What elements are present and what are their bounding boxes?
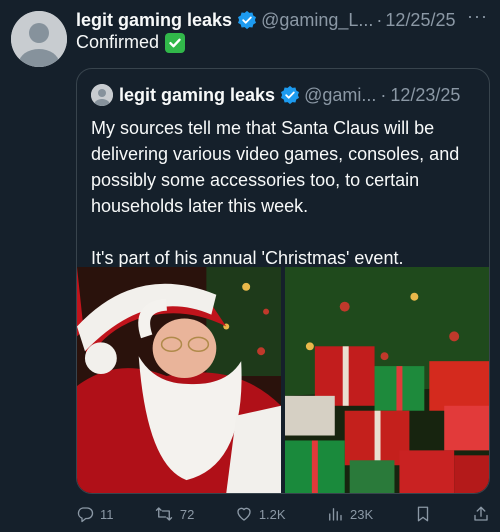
quoted-date: 12/23/25 xyxy=(390,84,461,105)
quoted-handle: @gami... xyxy=(304,84,377,105)
tweet-date[interactable]: 12/25/25 xyxy=(385,10,455,31)
santa-image[interactable] xyxy=(77,267,281,493)
presents-image[interactable] xyxy=(285,267,489,493)
quoted-text: My sources tell me that Santa Claus will… xyxy=(91,115,473,271)
quoted-header: legit gaming leaks @gami... · 12/23/25 xyxy=(91,83,479,107)
avatar[interactable] xyxy=(11,11,67,67)
bookmark-icon xyxy=(417,506,428,522)
media-grid xyxy=(77,267,489,493)
reply-count: 11 xyxy=(100,506,114,522)
quoted-author-name: legit gaming leaks xyxy=(119,84,276,105)
quoted-tweet[interactable]: legit gaming leaks @gami... · 12/23/25 M… xyxy=(76,68,490,494)
share-icon xyxy=(474,506,488,521)
action-bar: 11 72 1.2K 23K xyxy=(76,502,490,526)
reply-button[interactable]: 11 xyxy=(76,505,114,523)
reply-icon xyxy=(77,507,94,523)
verified-badge-icon xyxy=(237,10,257,30)
views-button[interactable]: 23K xyxy=(326,505,373,523)
bookmark-button[interactable] xyxy=(414,505,432,523)
share-button[interactable] xyxy=(472,505,490,523)
date-separator: · xyxy=(376,9,383,30)
author-name[interactable]: legit gaming leaks xyxy=(76,10,232,31)
repost-count: 72 xyxy=(179,506,195,522)
author-handle[interactable]: @gaming_L... xyxy=(261,10,373,31)
check-mark-emoji xyxy=(165,32,186,53)
repost-button[interactable]: 72 xyxy=(154,505,194,523)
quoted-date-separator: · xyxy=(380,84,387,105)
quoted-paragraph: My sources tell me that Santa Claus will… xyxy=(91,118,460,216)
more-icon[interactable]: ··· xyxy=(467,6,488,27)
like-button[interactable]: 1.2K xyxy=(235,505,286,523)
verified-badge-icon xyxy=(280,85,300,105)
tweet-header: legit gaming leaks @gaming_L... · 12/25/… xyxy=(76,6,488,32)
view-count: 23K xyxy=(349,506,374,522)
tweet-text: Confirmed xyxy=(76,32,186,53)
repost-icon xyxy=(155,507,173,521)
quoted-avatar xyxy=(91,84,113,106)
views-icon xyxy=(329,508,342,521)
tweet-body: Confirmed xyxy=(76,32,160,52)
like-icon xyxy=(237,507,251,521)
like-count: 1.2K xyxy=(258,506,286,522)
